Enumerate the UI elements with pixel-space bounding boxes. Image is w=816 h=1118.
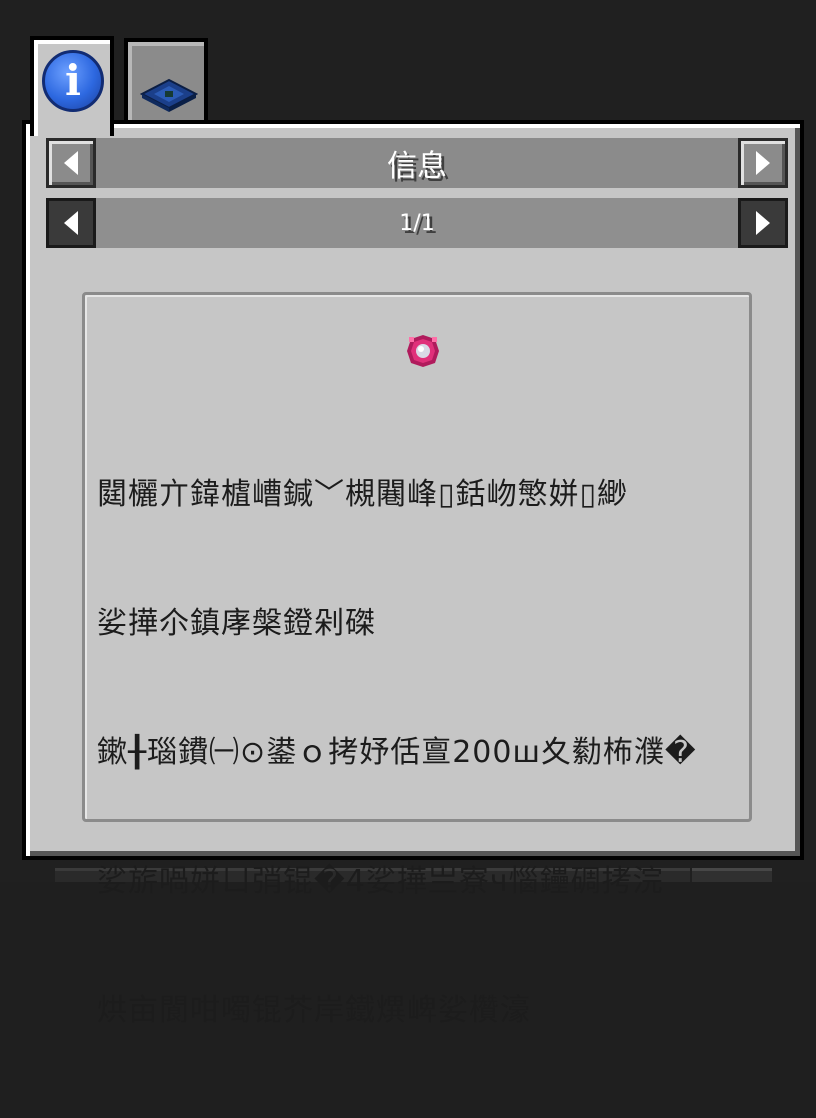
- entry-line: 鏉╂瑙鐨㈠⊙鍙ｏ拷妤佸亶200ш夊勬柨濮�: [97, 735, 697, 770]
- next-page-button[interactable]: [738, 198, 788, 248]
- prev-category-button[interactable]: [46, 138, 96, 188]
- next-category-button[interactable]: [738, 138, 788, 188]
- page-indicator: 1/1: [399, 210, 435, 236]
- tab-info[interactable]: i: [30, 36, 114, 136]
- entry-text: 閮欐亣鍏樝嶆鍼﹀槻闀峰▯銛岉慜姘▯緲 娑撶尒鎮庨槃鐙剁磔 鏉╂瑙鐨㈠⊙鍙ｏ拷妤佸…: [97, 387, 737, 1118]
- arrow-left-icon: [64, 211, 78, 235]
- pink-gem-icon: [407, 335, 439, 367]
- category-title: 信息: [387, 149, 447, 184]
- entry-line: 娑撶尒鎮庨槃鐙剁磔: [97, 606, 376, 641]
- arrow-right-icon: [756, 211, 770, 235]
- block-icon: [140, 78, 198, 112]
- entry-content: 閮欐亣鍏樝嶆鍼﹀槻闀峰▯銛岉慜姘▯緲 娑撶尒鎮庨槃鐙剁磔 鏉╂瑙鐨㈠⊙鍙ｏ拷妤佸…: [82, 292, 752, 1028]
- prev-page-button[interactable]: [46, 198, 96, 248]
- entry-line: 閮欐亣鍏樝嶆鍼﹀槻闀峰▯銛岉慜姘▯緲: [97, 477, 629, 512]
- arrow-right-icon: [756, 151, 770, 175]
- page-bar: 1/1: [46, 198, 788, 248]
- arrow-left-icon: [64, 151, 78, 175]
- entry-line: 烘亩閬咁噣锟芥岸鐵熼崥娑欑濠: [97, 993, 531, 1028]
- guide-panel: 信息 1/1 閮欐亣鍏樝嶆鍼﹀槻闀峰▯銛岉慜姘▯緲 娑撶尒鎮庨槃鐙剁磔 鏉╂瑙鐨…: [22, 120, 804, 1028]
- info-icon: i: [42, 50, 104, 112]
- category-bar: 信息: [46, 138, 788, 188]
- tab-block[interactable]: [124, 38, 208, 130]
